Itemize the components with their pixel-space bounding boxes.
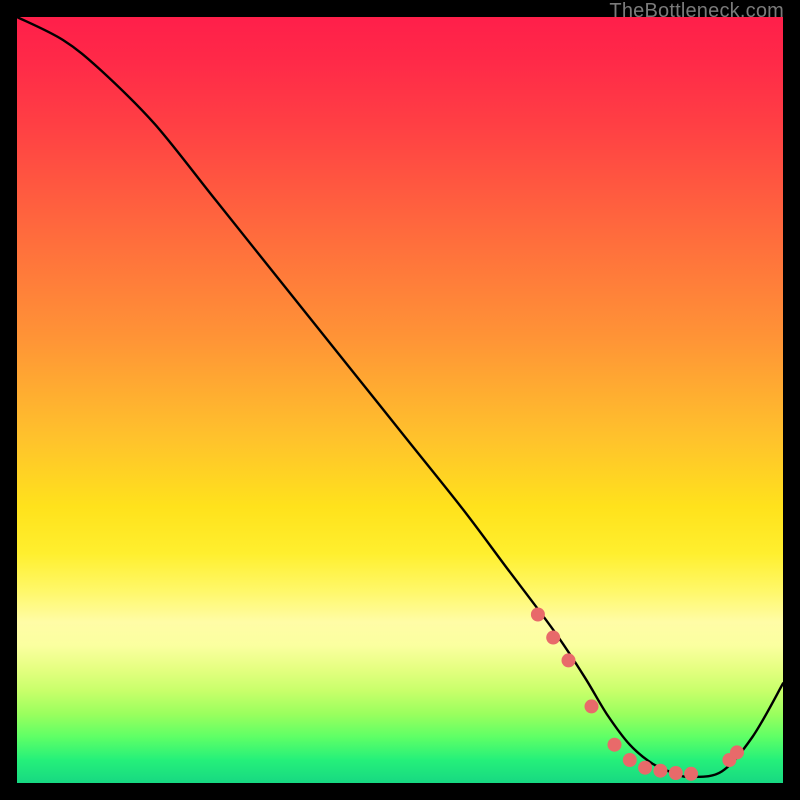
curve-marker bbox=[623, 753, 637, 767]
curve-marker bbox=[585, 699, 599, 713]
watermark-text: TheBottleneck.com bbox=[609, 0, 784, 23]
curve-marker bbox=[531, 608, 545, 622]
curve-line bbox=[17, 17, 783, 777]
curve-marker bbox=[638, 761, 652, 775]
curve-marker bbox=[684, 767, 698, 781]
curve-marker bbox=[730, 745, 744, 759]
curve-marker bbox=[608, 738, 622, 752]
curve-marker bbox=[546, 631, 560, 645]
curve-marker bbox=[669, 766, 683, 780]
curve-marker bbox=[653, 764, 667, 778]
plot-area bbox=[17, 17, 783, 783]
chart-stage: TheBottleneck.com bbox=[0, 0, 800, 800]
curve-markers bbox=[531, 608, 744, 781]
curve-marker bbox=[562, 653, 576, 667]
chart-svg bbox=[17, 17, 783, 783]
